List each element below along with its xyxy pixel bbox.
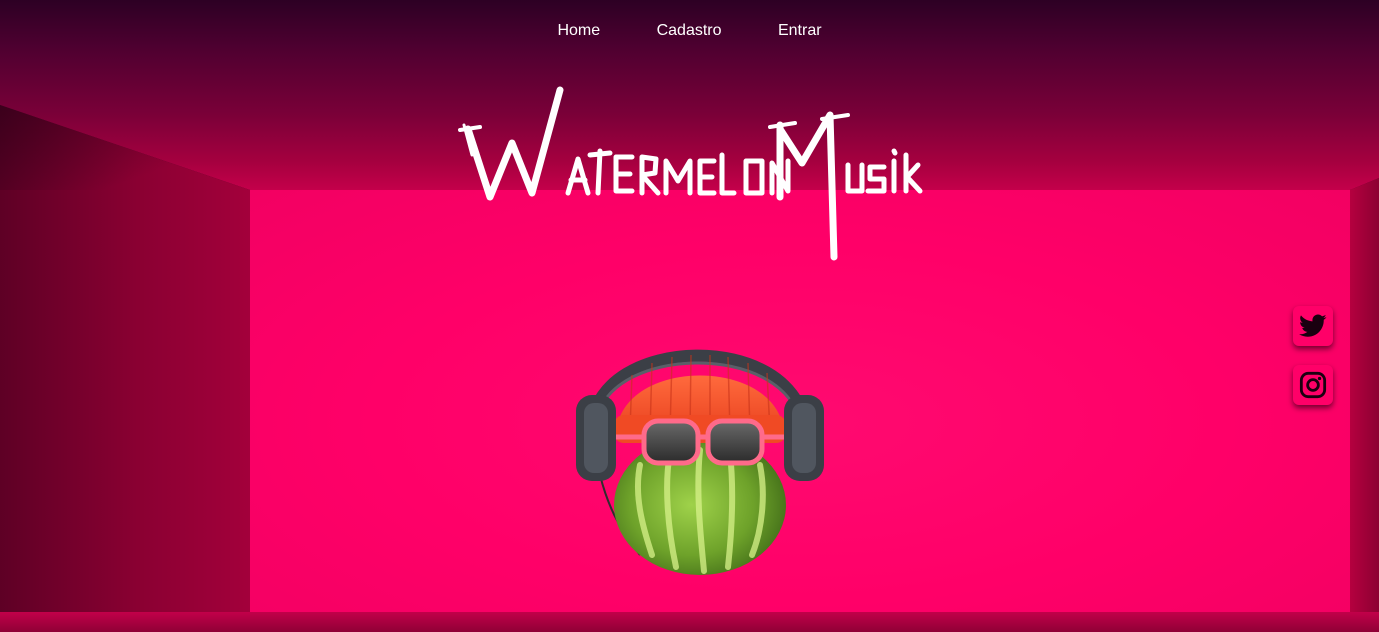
top-nav: Home Cadastro Entrar (0, 22, 1379, 40)
nav-home-link[interactable]: Home (557, 22, 600, 40)
page: Home Cadastro Entrar (0, 0, 1379, 632)
watermelon-mascot-image (576, 349, 824, 575)
room-floor (0, 612, 1379, 632)
instagram-icon (1299, 371, 1327, 399)
twitter-button[interactable] (1293, 306, 1333, 346)
nav-cadastro-link[interactable]: Cadastro (657, 22, 722, 40)
site-logo (458, 86, 923, 261)
nav-entrar-link[interactable]: Entrar (778, 22, 822, 40)
twitter-icon (1299, 314, 1327, 337)
instagram-button[interactable] (1293, 365, 1333, 405)
